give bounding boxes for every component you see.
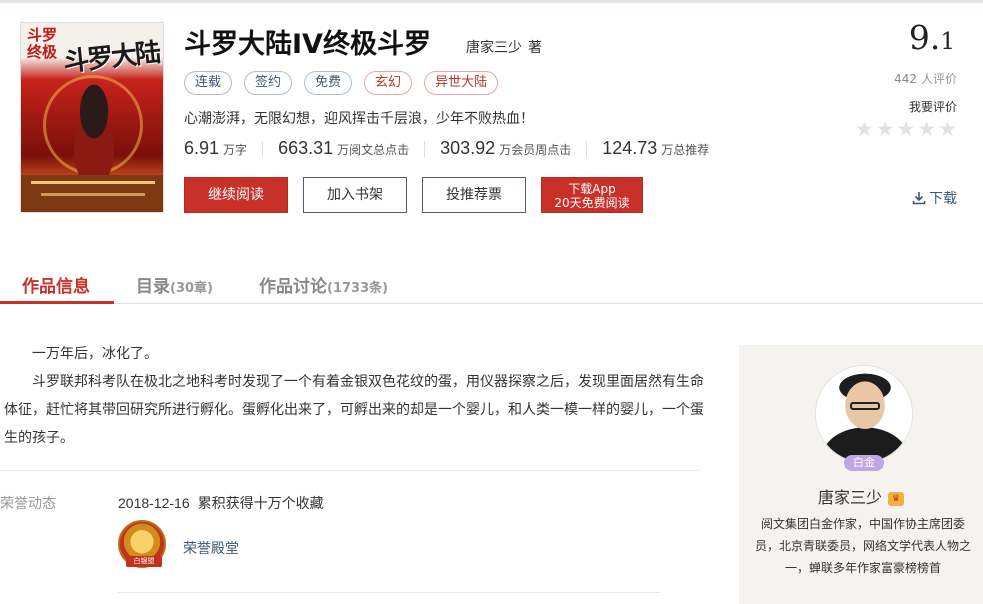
stat-divider [262,140,264,157]
download-icon [912,192,926,205]
cover-logo: 斗罗大陆 [61,38,161,78]
top-strip [0,0,983,3]
stat-unit: 万阅文总点击 [337,143,410,157]
cover-top-text: 斗罗 终极 [27,26,58,61]
cover-character-art [59,83,129,178]
author-bio: 阅文集团白金作家，中国作协主席团委员，北京青联委员，网络文学代表人物之一，蝉联多… [754,517,971,575]
continue-reading-button[interactable]: 继续阅读 [184,177,288,213]
tab-label: 目录 [136,277,170,297]
score-int: 9. [908,18,941,57]
stat-member-weekly-clicks: 303.92 万会员周点击 [440,138,571,159]
honor-hall-link[interactable]: 荣誉殿堂 [183,538,239,558]
add-to-shelf-button[interactable]: 加入书架 [303,177,407,213]
honor-text: 累积获得十万个收藏 [197,496,324,512]
author-name-text: 唐家三少 [817,488,882,507]
section-divider [0,470,700,471]
book-cover[interactable]: 斗罗 终极 斗罗大陆 [20,22,164,213]
rating-count: 442 人评价 [894,70,957,87]
star-icon[interactable]: ★ [855,118,874,140]
download-app-line1: 下载App [568,182,616,196]
stat-divider [586,140,588,157]
author-card: 白金 唐家三少 ♛ 阅文集团白金作家，中国作协主席团委员，北京青联委员，网络文学代… [739,345,983,604]
tab-book-info[interactable]: 作品信息 [22,272,90,297]
download-app-button[interactable]: 下载App 20天免费阅读 [541,177,643,213]
tag-serializing[interactable]: 连载 [184,71,233,95]
star-icon[interactable]: ★ [917,118,936,140]
honor-date: 2018-12-16 [118,495,190,511]
active-tab-indicator [0,301,114,304]
tag-free[interactable]: 免费 [304,71,353,95]
tab-label: 作品信息 [22,277,90,297]
tab-count: (30章) [170,281,213,296]
stat-total-clicks: 663.31 万阅文总点击 [278,138,409,159]
stat-total-recommendations: 124.73 万总推荐 [602,138,709,159]
rating-count-label: 人评价 [920,72,957,86]
star-icon[interactable]: ★ [876,118,895,140]
vote-recommend-button[interactable]: 投推荐票 [422,177,526,213]
book-description: 一万年后，冰化了。 斗罗联邦科考队在极北之地科考时发现了一个有着金银双色花纹的蛋… [4,340,704,452]
medal-ribbon: 白银盟 [126,556,162,567]
description-paragraph: 斗罗联邦科考队在极北之地科考时发现了一个有着金银双色花纹的蛋，用仪器探察之后，发… [4,374,704,446]
stat-value: 303.92 [440,138,496,158]
book-title: 斗罗大陆IV终极斗罗 [184,29,431,60]
star-icon[interactable]: ★ [938,118,957,140]
tag-list: 连载 签约 免费 玄幻 异世大陆 [184,71,499,95]
tag-signed[interactable]: 签约 [244,71,293,95]
author-crown-icon: ♛ [888,491,904,506]
stat-value: 663.31 [278,138,334,158]
book-author: 唐家三少著 [466,37,542,57]
tab-catalog[interactable]: 目录(30章) [136,272,213,297]
stat-word-count: 6.91 万字 [184,138,247,159]
honor-entry: 2018-12-16 累积获得十万个收藏 [118,493,324,513]
stat-divider [424,140,426,157]
content-tabs: 作品信息 目录(30章) 作品讨论(1733条) [0,258,983,304]
honor-medal-icon[interactable]: 白银盟 [118,520,166,568]
tag-genre[interactable]: 玄幻 [364,71,413,95]
stat-value: 6.91 [184,138,220,158]
author-card-name[interactable]: 唐家三少 ♛ [739,484,983,508]
rating-count-number: 442 [894,72,917,86]
download-link[interactable]: 下载 [912,188,957,208]
author-suffix: 著 [528,40,542,56]
author-link[interactable]: 唐家三少 [466,40,522,56]
stat-unit: 万总推荐 [661,143,710,157]
description-paragraph: 一万年后，冰化了。 [32,346,158,362]
section-divider [118,592,660,593]
tab-count: (1733条) [327,281,389,296]
download-label: 下载 [929,191,957,207]
tab-discussion[interactable]: 作品讨论(1733条) [259,272,388,297]
author-level-badge: 白金 [844,455,884,471]
avatar-image [816,366,912,462]
book-stats: 6.91 万字 663.31 万阅文总点击 303.92 万会员周点击 124.… [184,138,709,159]
stat-value: 124.73 [602,138,658,158]
rating-stars[interactable]: ★ ★ ★ ★ ★ [855,118,957,140]
rating-score: 9.1 [909,18,955,57]
score-decimal: 1 [940,29,955,55]
avatar-glasses [850,402,880,410]
star-icon[interactable]: ★ [897,118,916,140]
tag-subgenre[interactable]: 异世大陆 [424,71,499,95]
author-avatar[interactable] [815,365,913,463]
my-rating-label: 我要评价 [908,100,957,114]
stat-unit: 万字 [223,143,248,157]
download-app-line2: 20天免费阅读 [554,196,630,210]
honors-label: 荣誉动态 [0,496,56,512]
cover-band [21,175,163,212]
tab-label: 作品讨论 [259,277,327,297]
book-intro: 心潮澎湃，无限幻想，迎风挥击千层浪，少年不败热血！ [184,111,534,127]
stat-unit: 万会员周点击 [499,143,572,157]
